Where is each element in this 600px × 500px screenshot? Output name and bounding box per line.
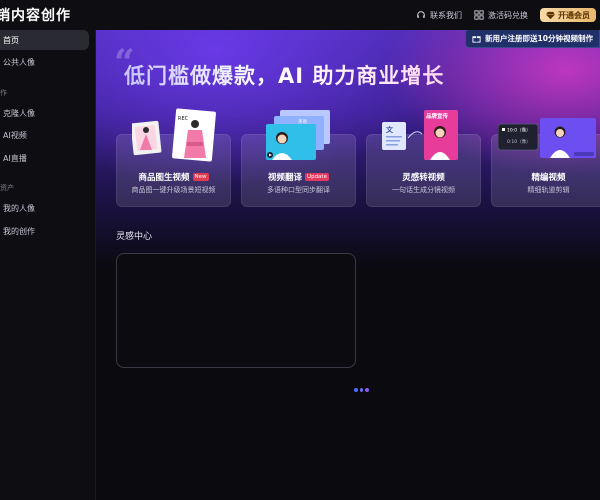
redeem-code-link[interactable]: 激活码兑换 <box>474 10 528 21</box>
card-subtitle: 多语种口型同步翻译 <box>267 186 330 194</box>
gift-icon <box>472 36 481 43</box>
grid-icon <box>474 10 484 20</box>
sidebar-item-ai-video[interactable]: AI视频 <box>0 125 89 145</box>
open-vip-label: 开通会员 <box>558 10 590 20</box>
loading-dot <box>354 388 358 392</box>
card-title-text: 灵感转视频 <box>402 173 445 183</box>
sidebar-item-public-avatar[interactable]: 公共人像 <box>0 52 89 72</box>
card-title: 商品图生视频 New <box>117 171 230 183</box>
sidebar-section-create: 作 <box>0 89 7 97</box>
sidebar-section-assets: 资产 <box>0 184 14 192</box>
redeem-code-label: 激活码兑换 <box>488 10 528 20</box>
promo-text: 新用户注册即送10分钟视频制作 <box>485 34 593 43</box>
card-title-text: 视频翻译 <box>268 173 303 183</box>
product-video-illustration: REC <box>132 108 216 162</box>
diamond-icon <box>546 11 555 19</box>
card-title-text: 商品图生视频 <box>138 173 190 183</box>
sidebar-item-ai-live[interactable]: AI直播 <box>0 148 89 168</box>
sidebar-item-home[interactable]: 首页 <box>0 30 89 50</box>
contact-us-link[interactable]: 联系我们 <box>416 10 462 21</box>
sidebar-item-label: AI视频 <box>3 130 27 140</box>
track-label-1: 10:0（像） <box>507 127 531 134</box>
inspiration-center-title: 灵感中心 <box>116 232 153 242</box>
sidebar-item-label: 首页 <box>3 35 19 45</box>
brand-title: 销内容创作 <box>0 8 71 24</box>
open-vip-button[interactable]: 开通会员 <box>540 8 596 22</box>
card-subtitle: 商品图一键升级场景短视频 <box>131 186 216 194</box>
sidebar-item-my-avatar[interactable]: 我的人像 <box>0 198 89 218</box>
sidebar-item-label: 我的人像 <box>3 203 35 213</box>
headset-icon <box>417 11 425 18</box>
english-tag: 英语 <box>298 118 307 125</box>
card-title: 精编视频 <box>492 171 600 183</box>
sidebar-item-label: 公共人像 <box>3 57 35 67</box>
inspiration-placeholder-card[interactable] <box>116 253 356 368</box>
sidebar-item-clone-avatar[interactable]: 克隆人像 <box>0 103 89 123</box>
sidebar-item-label: 克隆人像 <box>3 108 35 118</box>
main-content: “ 低门槛做爆款，AI 助力商业增长 新用户注册即送10分钟视频制作 商品图生视… <box>96 30 600 500</box>
timeline-edit-illustration: 10:0（像） 0:10（像） <box>498 118 596 158</box>
loading-dot <box>360 388 363 392</box>
card-title-text: 精编视频 <box>531 173 566 183</box>
card-subtitle: 一句话生成分镜视频 <box>392 186 455 194</box>
sidebar-item-my-creations[interactable]: 我的创作 <box>0 221 89 241</box>
top-actions: 联系我们 激活码兑换 开通会员 <box>416 6 596 24</box>
promo-banner[interactable]: 新用户注册即送10分钟视频制作 <box>465 30 600 48</box>
document-glyph: 文 <box>386 125 394 134</box>
update-badge: Update <box>305 173 329 181</box>
top-bar: 销内容创作 联系我们 激活码兑换 开通会员 <box>0 0 600 30</box>
sidebar: 首页 公共人像 作 克隆人像 AI视频 AI直播 资产 我的人像 我的创作 <box>0 30 96 500</box>
contact-us-label: 联系我们 <box>430 10 462 20</box>
sidebar-item-label: AI直播 <box>3 153 27 163</box>
inspiration-video-illustration: 文 品牌宣传 <box>382 110 458 160</box>
loading-dot <box>365 388 369 392</box>
sidebar-item-label: 我的创作 <box>3 226 35 236</box>
hero-title: 低门槛做爆款，AI 助力商业增长 <box>124 60 444 90</box>
card-title: 视频翻译 Update <box>242 171 355 183</box>
rec-label: REC <box>178 116 189 122</box>
card-title: 灵感转视频 <box>367 171 480 183</box>
video-translate-illustration: 英语 <box>266 110 330 160</box>
loading-indicator <box>354 388 369 392</box>
track-label-2: 0:10（像） <box>507 138 531 145</box>
brand-promo-tag: 品牌宣传 <box>426 112 449 120</box>
new-badge: New <box>192 173 209 181</box>
card-subtitle: 精细轨道剪辑 <box>527 186 570 194</box>
